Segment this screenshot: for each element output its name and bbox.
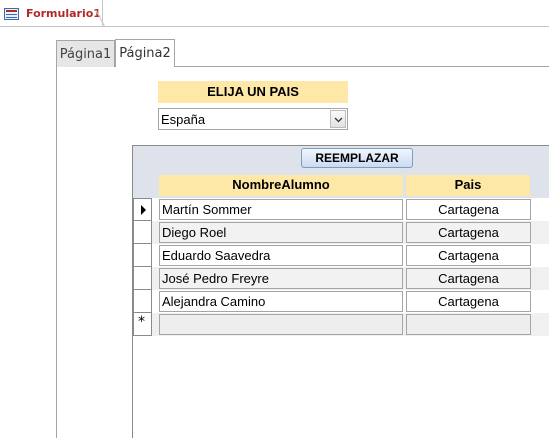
cell-nombrealumno[interactable]: Eduardo Saavedra bbox=[159, 245, 403, 266]
column-header-nombrealumno: NombreAlumno bbox=[159, 175, 403, 196]
record-pointer-icon bbox=[141, 205, 146, 215]
chevron-down-icon bbox=[334, 117, 342, 123]
record-selector[interactable] bbox=[133, 290, 152, 313]
column-header-pais: Pais bbox=[406, 175, 530, 196]
cell-pais[interactable]: Cartagena bbox=[406, 245, 531, 266]
tab-pagina1[interactable]: Página1 bbox=[56, 40, 115, 67]
cell-pais[interactable]: Cartagena bbox=[406, 268, 531, 289]
new-record-nombrealumno[interactable] bbox=[159, 314, 403, 335]
new-record-selector[interactable]: * bbox=[133, 313, 152, 336]
cell-nombrealumno[interactable]: Diego Roel bbox=[159, 222, 403, 243]
cell-pais[interactable]: Cartagena bbox=[406, 199, 531, 220]
tab-baseline bbox=[175, 66, 549, 67]
record-selector[interactable] bbox=[133, 267, 152, 290]
cell-pais[interactable]: Cartagena bbox=[406, 222, 531, 243]
form-border bbox=[56, 66, 57, 438]
choose-country-label: ELIJA UN PAIS bbox=[158, 81, 348, 103]
cell-nombrealumno[interactable]: Martín Sommer bbox=[159, 199, 403, 220]
new-record-marker: * bbox=[138, 314, 145, 330]
replace-button[interactable]: REEMPLAZAR bbox=[301, 148, 413, 168]
tab-pagina2[interactable]: Página2 bbox=[115, 39, 175, 67]
record-selector[interactable] bbox=[133, 198, 152, 221]
form-icon bbox=[4, 8, 19, 20]
document-tab-title: Formulario1 bbox=[26, 7, 101, 20]
document-tab[interactable]: Formulario1 bbox=[0, 0, 103, 27]
record-selector[interactable] bbox=[133, 244, 152, 267]
record-selector[interactable] bbox=[133, 221, 152, 244]
document-tab-strip: Formulario1 bbox=[0, 0, 549, 27]
cell-pais[interactable]: Cartagena bbox=[406, 291, 531, 312]
document-tab-divider bbox=[0, 26, 549, 27]
document-tab-edge bbox=[96, 0, 108, 27]
country-combobox-value: España bbox=[161, 112, 206, 127]
country-dropdown-button[interactable] bbox=[330, 110, 346, 128]
cell-nombrealumno[interactable]: Alejandra Camino bbox=[159, 291, 403, 312]
country-combobox[interactable]: España bbox=[158, 108, 348, 130]
cell-nombrealumno[interactable]: José Pedro Freyre bbox=[159, 268, 403, 289]
new-record-pais[interactable] bbox=[406, 314, 531, 335]
record-selector-column: * bbox=[133, 198, 152, 336]
